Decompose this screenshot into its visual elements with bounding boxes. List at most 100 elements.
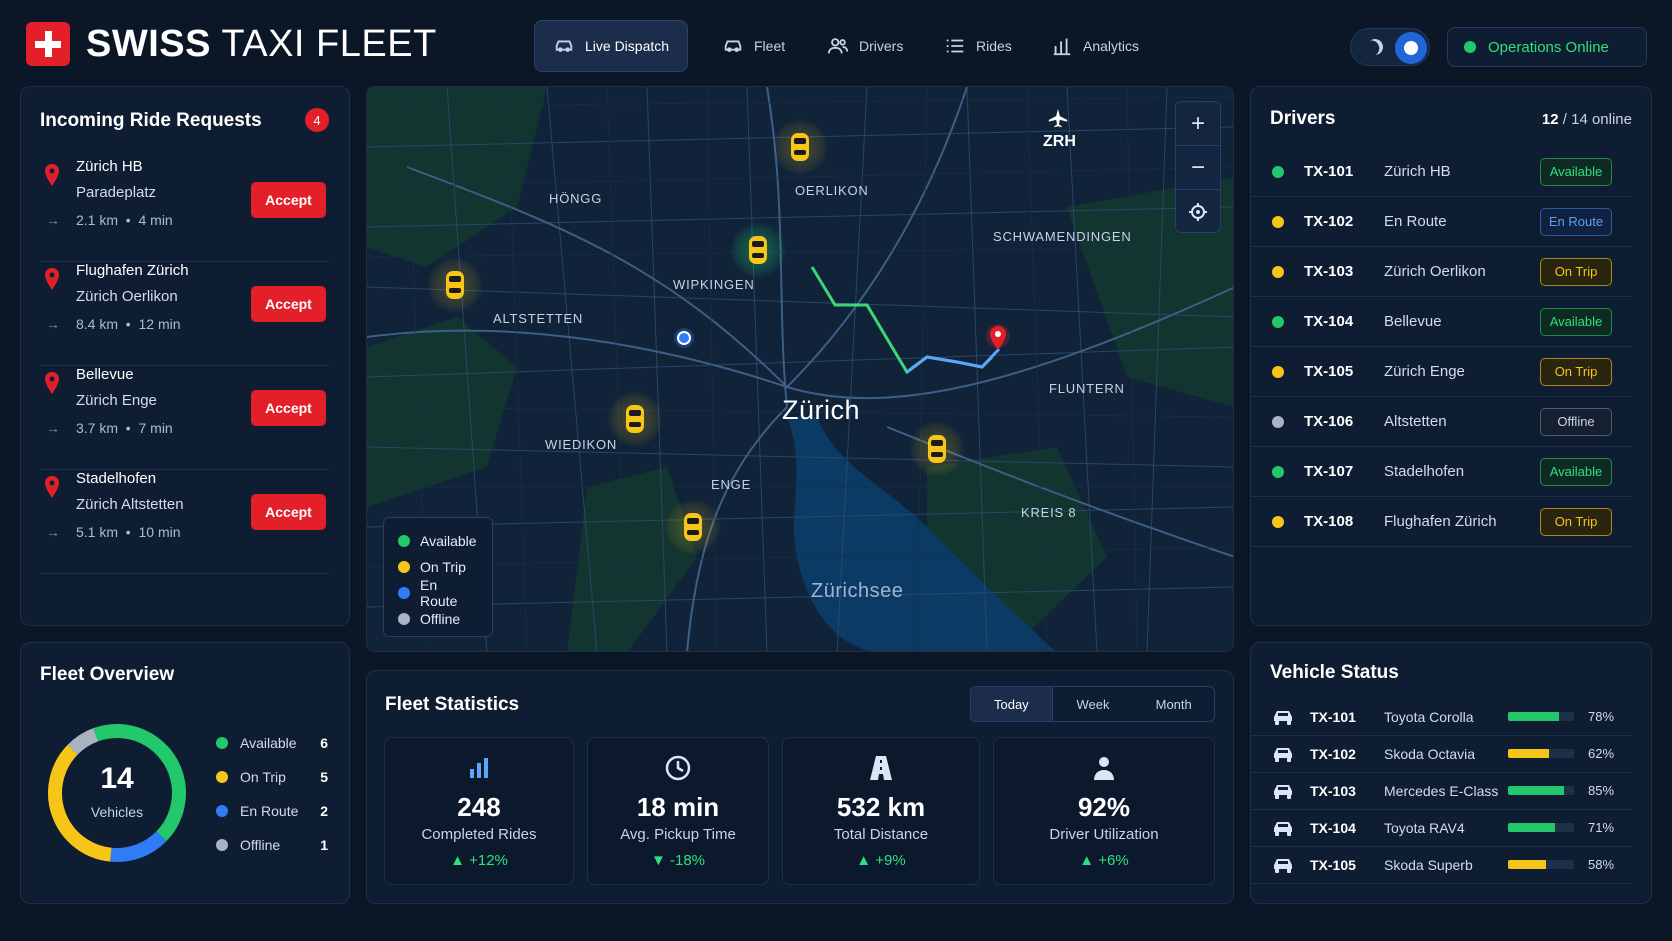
current-location-icon bbox=[674, 328, 694, 348]
driver-row[interactable]: TX-107 Stadelhofen Available bbox=[1250, 447, 1632, 497]
request-count-badge: 4 bbox=[305, 108, 329, 132]
nav-drivers[interactable]: Drivers bbox=[809, 20, 921, 72]
dropoff-location: Zürich Enge bbox=[76, 392, 157, 409]
status-dot bbox=[1272, 315, 1284, 328]
accept-button[interactable]: Accept bbox=[251, 390, 326, 426]
moon-icon bbox=[1365, 37, 1386, 58]
driver-location: Zürich HB bbox=[1384, 163, 1451, 180]
vehicle-row[interactable]: TX-101 Toyota Corolla 78% bbox=[1250, 698, 1632, 736]
list-icon bbox=[946, 39, 964, 53]
crosshair-icon bbox=[1189, 203, 1207, 221]
tab-week[interactable]: Week bbox=[1053, 687, 1134, 721]
locate-button[interactable] bbox=[1176, 190, 1220, 234]
driver-id: TX-103 bbox=[1304, 263, 1354, 280]
vehicle-model: Skoda Superb bbox=[1384, 856, 1473, 873]
vehicle-id: TX-103 bbox=[1310, 782, 1356, 799]
taxi-icon bbox=[749, 236, 767, 264]
driver-row[interactable]: TX-103 Zürich Oerlikon On Trip bbox=[1250, 247, 1632, 297]
taxi-icon bbox=[626, 405, 644, 433]
vehicle-id: TX-101 bbox=[1310, 708, 1356, 725]
status-dot bbox=[1272, 215, 1284, 228]
fuel-level-value: 78% bbox=[1588, 709, 1615, 724]
vehicle-row[interactable]: TX-103 Mercedes E-Class 85% bbox=[1250, 772, 1632, 810]
fuel-level-value: 71% bbox=[1588, 820, 1615, 835]
nav-rides[interactable]: Rides bbox=[926, 20, 1030, 72]
stat-card-pickup-time: 18 min Avg. Pickup Time ▼ -18% bbox=[587, 737, 769, 885]
fuel-level-bar bbox=[1508, 749, 1574, 758]
theme-toggle[interactable] bbox=[1350, 28, 1430, 66]
overview-item-on-trip: On Trip 5 bbox=[216, 769, 328, 785]
vehicle-id: TX-104 bbox=[1310, 819, 1356, 836]
driver-location: Zürich Enge bbox=[1384, 363, 1465, 380]
fuel-level-value: 62% bbox=[1588, 746, 1615, 761]
district-label: ALTSTETTEN bbox=[493, 311, 584, 326]
driver-row[interactable]: TX-104 Bellevue Available bbox=[1250, 297, 1632, 347]
zoom-in-button[interactable]: + bbox=[1176, 102, 1220, 146]
car-icon bbox=[555, 40, 573, 52]
taxi-icon bbox=[446, 271, 464, 299]
taxi-marker[interactable] bbox=[772, 119, 828, 175]
vehicle-row[interactable]: TX-105 Skoda Superb 58% bbox=[1250, 846, 1632, 884]
status-dot bbox=[398, 613, 410, 625]
fuel-level-value: 85% bbox=[1588, 783, 1615, 798]
tab-today[interactable]: Today bbox=[971, 687, 1053, 721]
trip-info: → 8.4 km • 12 min bbox=[46, 316, 181, 332]
driver-id: TX-107 bbox=[1304, 463, 1354, 480]
road-icon bbox=[870, 756, 892, 780]
taxi-marker[interactable] bbox=[665, 499, 721, 555]
pickup-location: Bellevue bbox=[76, 366, 134, 383]
status-dot bbox=[1272, 365, 1284, 378]
swiss-flag-logo bbox=[26, 22, 70, 66]
vehicle-model: Toyota RAV4 bbox=[1384, 819, 1465, 836]
status-dot bbox=[1272, 515, 1284, 528]
status-dot bbox=[216, 839, 228, 851]
nav-fleet[interactable]: Fleet bbox=[704, 20, 803, 72]
driver-row[interactable]: TX-102 En Route En Route bbox=[1250, 197, 1632, 247]
status-dot bbox=[1272, 465, 1284, 478]
driver-row[interactable]: TX-106 Altstetten Offline bbox=[1250, 397, 1632, 447]
driver-id: TX-104 bbox=[1304, 313, 1354, 330]
driver-row[interactable]: TX-101 Zürich HB Available bbox=[1250, 147, 1632, 197]
vehicle-row[interactable]: TX-104 Toyota RAV4 71% bbox=[1250, 809, 1632, 847]
district-label: FLUNTERN bbox=[1049, 381, 1125, 396]
accept-button[interactable]: Accept bbox=[251, 494, 326, 530]
driver-row[interactable]: TX-105 Zürich Enge On Trip bbox=[1250, 347, 1632, 397]
nav-live-dispatch[interactable]: Live Dispatch bbox=[534, 20, 689, 72]
person-icon bbox=[1094, 757, 1114, 780]
taxi-marker[interactable] bbox=[909, 421, 965, 477]
legend-item: Available bbox=[398, 528, 478, 554]
vehicle-total-label: Vehicles bbox=[90, 804, 144, 820]
status-dot bbox=[1464, 41, 1476, 53]
zoom-out-button[interactable]: − bbox=[1176, 146, 1220, 190]
accept-button[interactable]: Accept bbox=[251, 182, 326, 218]
vehicle-model: Skoda Octavia bbox=[1384, 745, 1476, 762]
map-pin-icon bbox=[45, 476, 59, 498]
status-dot bbox=[398, 535, 410, 547]
status-badge: Available bbox=[1540, 307, 1612, 336]
nav-analytics[interactable]: Analytics bbox=[1033, 20, 1157, 72]
ride-requests-title: Incoming Ride Requests bbox=[40, 110, 262, 131]
status-badge: On Trip bbox=[1540, 507, 1612, 536]
arrow-right-icon: → bbox=[46, 524, 60, 540]
driver-location: Altstetten bbox=[1384, 413, 1447, 430]
pickup-location: Stadelhofen bbox=[76, 470, 157, 487]
dispatch-map[interactable]: HÖNGG OERLIKON SCHWAMENDINGEN WIPKINGEN … bbox=[366, 86, 1234, 652]
legend-item: En Route bbox=[398, 577, 478, 609]
taxi-marker[interactable] bbox=[427, 257, 483, 313]
map-pin-icon bbox=[45, 164, 59, 186]
accept-button[interactable]: Accept bbox=[251, 286, 326, 322]
taxi-marker-active[interactable] bbox=[730, 222, 786, 278]
driver-row[interactable]: TX-108 Flughafen Zürich On Trip bbox=[1250, 497, 1632, 547]
status-dot bbox=[1272, 165, 1284, 178]
status-dot bbox=[216, 805, 228, 817]
taxi-marker[interactable] bbox=[607, 391, 663, 447]
ride-request-item: Stadelhofen Zürich Altstetten → 5.1 km • … bbox=[40, 470, 330, 574]
vehicle-row[interactable]: TX-102 Skoda Octavia 62% bbox=[1250, 735, 1632, 773]
pickup-location: Zürich HB bbox=[76, 158, 143, 175]
ride-request-item: Flughafen Zürich Zürich Oerlikon → 8.4 km… bbox=[40, 262, 330, 366]
status-badge: Available bbox=[1540, 457, 1612, 486]
pickup-location: Flughafen Zürich bbox=[76, 262, 189, 279]
vehicle-model: Mercedes E-Class bbox=[1384, 782, 1499, 799]
vehicle-total: 14 bbox=[100, 762, 134, 795]
tab-month[interactable]: Month bbox=[1133, 687, 1214, 721]
